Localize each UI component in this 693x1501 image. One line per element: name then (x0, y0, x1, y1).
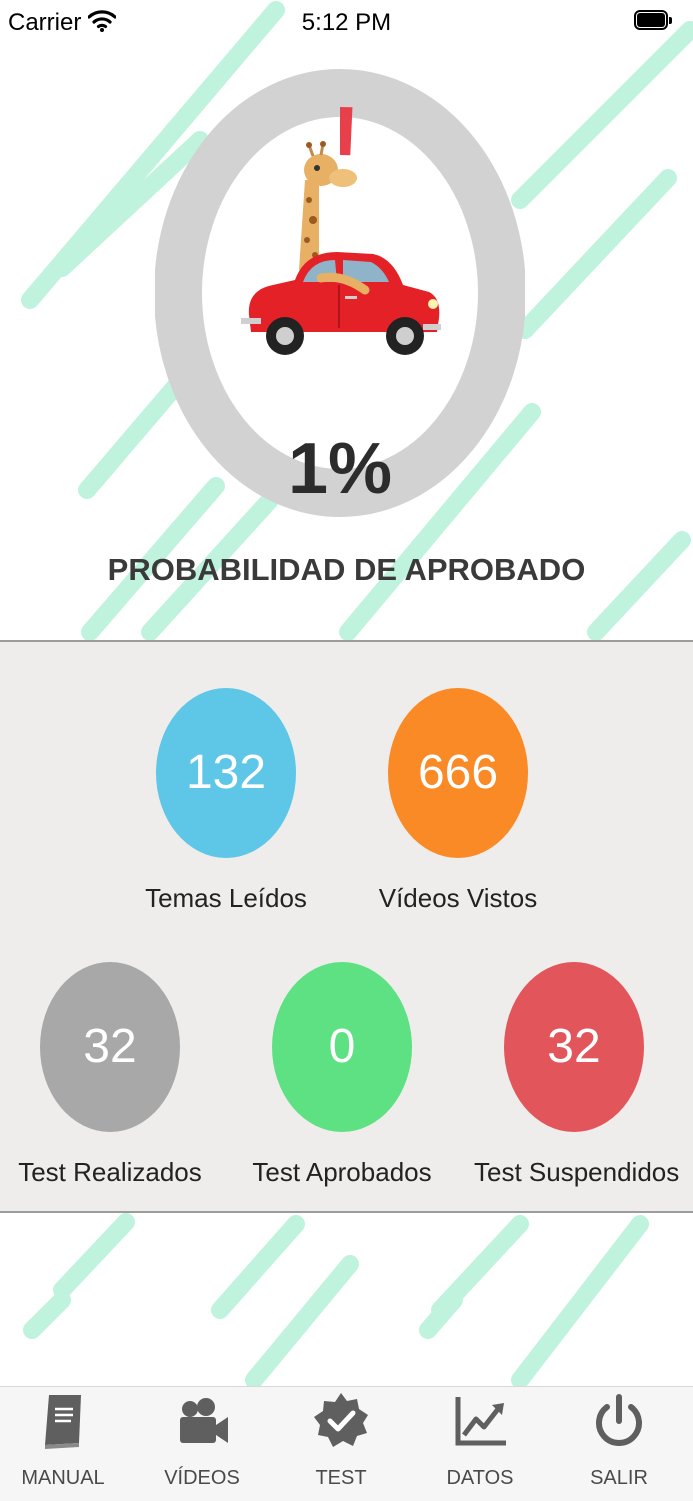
bottom-tab-bar: MANUAL VÍDEOS TEST DATOS SALIR (0, 1386, 693, 1501)
stat-label: Vídeos Vistos (378, 883, 538, 913)
stat-label: Test Realizados (18, 1157, 202, 1187)
tab-label: MANUAL (21, 1467, 105, 1489)
stat-label: Test Suspendidos (474, 1157, 680, 1187)
video-camera-icon (180, 1398, 228, 1443)
stat-topics-read[interactable]: 132 Temas Leídos (126, 688, 326, 914)
tab-label: VÍDEOS (164, 1467, 240, 1489)
stats-panel: 132 Temas Leídos 666 Vídeos Vistos 32 Te… (0, 640, 693, 1213)
pass-probability-value: 1% (287, 429, 393, 509)
stat-circle: 32 (504, 962, 644, 1132)
tab-label: TEST (315, 1467, 367, 1489)
pass-probability-title: PROBABILIDAD DE APROBADO (107, 552, 586, 587)
tab-test[interactable]: TEST (281, 1387, 401, 1501)
tab-label: SALIR (590, 1467, 648, 1489)
status-time: 5:12 PM (301, 9, 392, 36)
badge-check-icon (314, 1393, 368, 1447)
tab-datos[interactable]: DATOS (420, 1387, 540, 1501)
stat-videos-watched[interactable]: 666 Vídeos Vistos (358, 688, 558, 914)
tab-videos[interactable]: VÍDEOS (142, 1387, 262, 1501)
chart-trend-icon (455, 1397, 506, 1446)
stat-circle: 0 (272, 962, 412, 1132)
stat-label: Temas Leídos (145, 883, 307, 913)
tab-salir[interactable]: SALIR (559, 1387, 679, 1501)
tab-label: DATOS (446, 1467, 514, 1489)
stat-tests-passed[interactable]: 0 Test Aprobados (242, 962, 442, 1188)
power-icon (596, 1394, 642, 1446)
stat-circle: 132 (156, 688, 296, 858)
stat-tests-taken[interactable]: 32 Test Realizados (10, 962, 210, 1188)
stat-circle: 32 (40, 962, 180, 1132)
stat-circle: 666 (388, 688, 528, 858)
book-icon (45, 1395, 81, 1449)
giraffe-car-mascot (241, 141, 441, 355)
stat-label: Test Aprobados (252, 1157, 432, 1187)
tab-manual[interactable]: MANUAL (3, 1387, 123, 1501)
status-bar: Carrier 5:12 PM (0, 0, 693, 48)
stat-tests-failed[interactable]: 32 Test Suspendidos (474, 962, 680, 1188)
battery-icon (634, 10, 674, 34)
